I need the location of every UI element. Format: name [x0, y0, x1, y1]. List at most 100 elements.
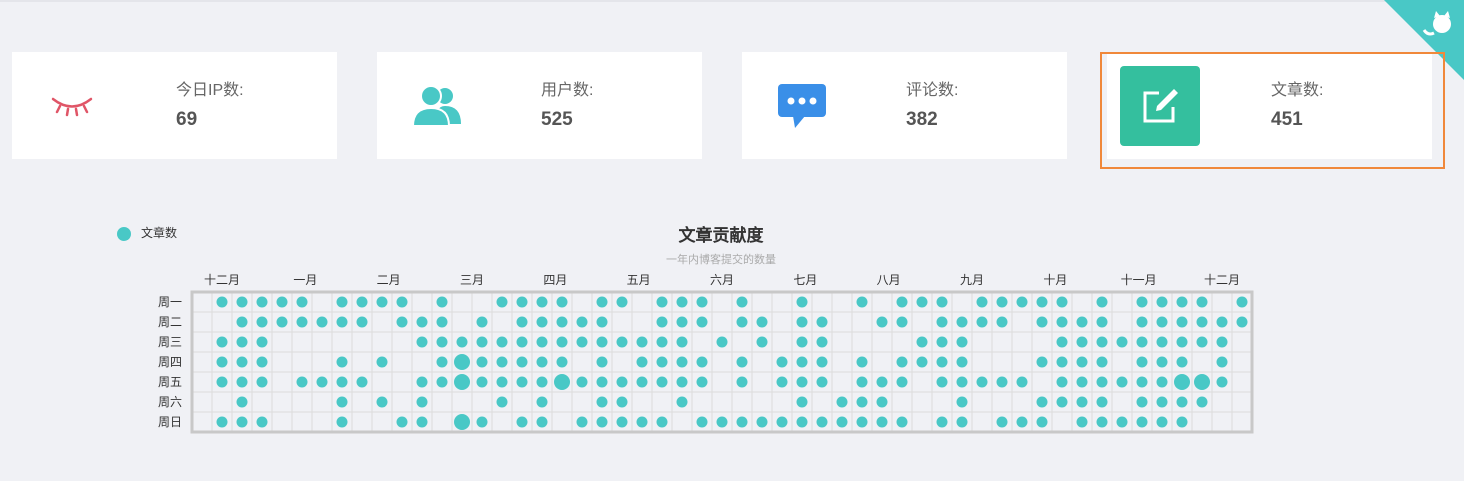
heatmap-point[interactable] [1156, 376, 1168, 388]
heatmap-point[interactable] [1216, 336, 1228, 348]
heatmap-point[interactable] [436, 316, 448, 328]
heatmap-point[interactable] [554, 374, 570, 390]
heatmap-point[interactable] [1156, 296, 1168, 308]
heatmap-point[interactable] [476, 356, 488, 368]
heatmap-point[interactable] [416, 336, 428, 348]
heatmap-point[interactable] [996, 316, 1008, 328]
heatmap-point[interactable] [936, 416, 948, 428]
heatmap-point[interactable] [416, 316, 428, 328]
heatmap-point[interactable] [336, 396, 348, 408]
stat-card-articles[interactable]: 文章数: 451 [1107, 52, 1432, 159]
heatmap-point[interactable] [216, 336, 228, 348]
heatmap-point[interactable] [1116, 336, 1128, 348]
heatmap-point[interactable] [816, 416, 828, 428]
heatmap-point[interactable] [256, 356, 268, 368]
heatmap-point[interactable] [936, 336, 948, 348]
heatmap-point[interactable] [416, 416, 428, 428]
heatmap-point[interactable] [636, 356, 648, 368]
heatmap-point[interactable] [996, 296, 1008, 308]
heatmap-point[interactable] [336, 356, 348, 368]
heatmap-point[interactable] [496, 336, 508, 348]
heatmap-point[interactable] [756, 316, 768, 328]
heatmap-point[interactable] [1156, 336, 1168, 348]
heatmap-point[interactable] [516, 356, 528, 368]
heatmap-point[interactable] [676, 316, 688, 328]
heatmap-point[interactable] [1096, 316, 1108, 328]
heatmap-point[interactable] [1156, 316, 1168, 328]
heatmap-point[interactable] [1056, 376, 1068, 388]
heatmap-point[interactable] [436, 336, 448, 348]
heatmap-point[interactable] [596, 396, 608, 408]
heatmap-point[interactable] [676, 376, 688, 388]
heatmap-point[interactable] [216, 416, 228, 428]
heatmap-point[interactable] [256, 336, 268, 348]
heatmap-point[interactable] [376, 296, 388, 308]
heatmap-point[interactable] [936, 376, 948, 388]
heatmap-point[interactable] [454, 414, 470, 430]
heatmap-point[interactable] [816, 356, 828, 368]
heatmap-point[interactable] [996, 376, 1008, 388]
heatmap-point[interactable] [1016, 376, 1028, 388]
heatmap-point[interactable] [836, 396, 848, 408]
heatmap-point[interactable] [856, 396, 868, 408]
heatmap-point[interactable] [396, 316, 408, 328]
heatmap-point[interactable] [376, 396, 388, 408]
heatmap-point[interactable] [976, 376, 988, 388]
heatmap-point[interactable] [616, 416, 628, 428]
heatmap-point[interactable] [1036, 416, 1048, 428]
heatmap-point[interactable] [596, 316, 608, 328]
heatmap-point[interactable] [956, 356, 968, 368]
heatmap-point[interactable] [616, 396, 628, 408]
heatmap-point[interactable] [496, 396, 508, 408]
heatmap-point[interactable] [1176, 316, 1188, 328]
heatmap-point[interactable] [496, 296, 508, 308]
heatmap-point[interactable] [736, 416, 748, 428]
heatmap-point[interactable] [1056, 356, 1068, 368]
heatmap-point[interactable] [896, 316, 908, 328]
stat-card-comments[interactable]: 评论数: 382 [742, 52, 1067, 159]
heatmap-point[interactable] [516, 336, 528, 348]
heatmap-point[interactable] [1136, 336, 1148, 348]
heatmap-point[interactable] [836, 416, 848, 428]
heatmap-point[interactable] [636, 416, 648, 428]
heatmap-point[interactable] [454, 374, 470, 390]
heatmap-point[interactable] [1056, 396, 1068, 408]
heatmap-point[interactable] [676, 396, 688, 408]
heatmap-point[interactable] [1176, 356, 1188, 368]
heatmap-point[interactable] [656, 296, 668, 308]
heatmap-point[interactable] [1176, 416, 1188, 428]
heatmap-point[interactable] [556, 336, 568, 348]
heatmap-point[interactable] [596, 416, 608, 428]
heatmap-point[interactable] [596, 336, 608, 348]
legend-marker[interactable] [117, 227, 131, 241]
heatmap-point[interactable] [956, 376, 968, 388]
heatmap-point[interactable] [1036, 296, 1048, 308]
heatmap-point[interactable] [1076, 336, 1088, 348]
heatmap-point[interactable] [676, 296, 688, 308]
heatmap-point[interactable] [1096, 336, 1108, 348]
heatmap-point[interactable] [236, 376, 248, 388]
heatmap-point[interactable] [276, 316, 288, 328]
heatmap-point[interactable] [596, 376, 608, 388]
heatmap-point[interactable] [696, 356, 708, 368]
heatmap-point[interactable] [296, 316, 308, 328]
heatmap-point[interactable] [1176, 296, 1188, 308]
heatmap-point[interactable] [796, 356, 808, 368]
heatmap-point[interactable] [656, 336, 668, 348]
heatmap-point[interactable] [1216, 376, 1228, 388]
heatmap-point[interactable] [1076, 396, 1088, 408]
heatmap-point[interactable] [796, 336, 808, 348]
heatmap-point[interactable] [576, 336, 588, 348]
heatmap-point[interactable] [536, 416, 548, 428]
heatmap-point[interactable] [896, 356, 908, 368]
heatmap-point[interactable] [916, 296, 928, 308]
heatmap-point[interactable] [1196, 296, 1208, 308]
heatmap-point[interactable] [476, 336, 488, 348]
heatmap-point[interactable] [1056, 316, 1068, 328]
heatmap-point[interactable] [316, 316, 328, 328]
heatmap-point[interactable] [816, 336, 828, 348]
heatmap-point[interactable] [536, 336, 548, 348]
heatmap-point[interactable] [1156, 356, 1168, 368]
heatmap-point[interactable] [696, 376, 708, 388]
heatmap-point[interactable] [454, 354, 470, 370]
